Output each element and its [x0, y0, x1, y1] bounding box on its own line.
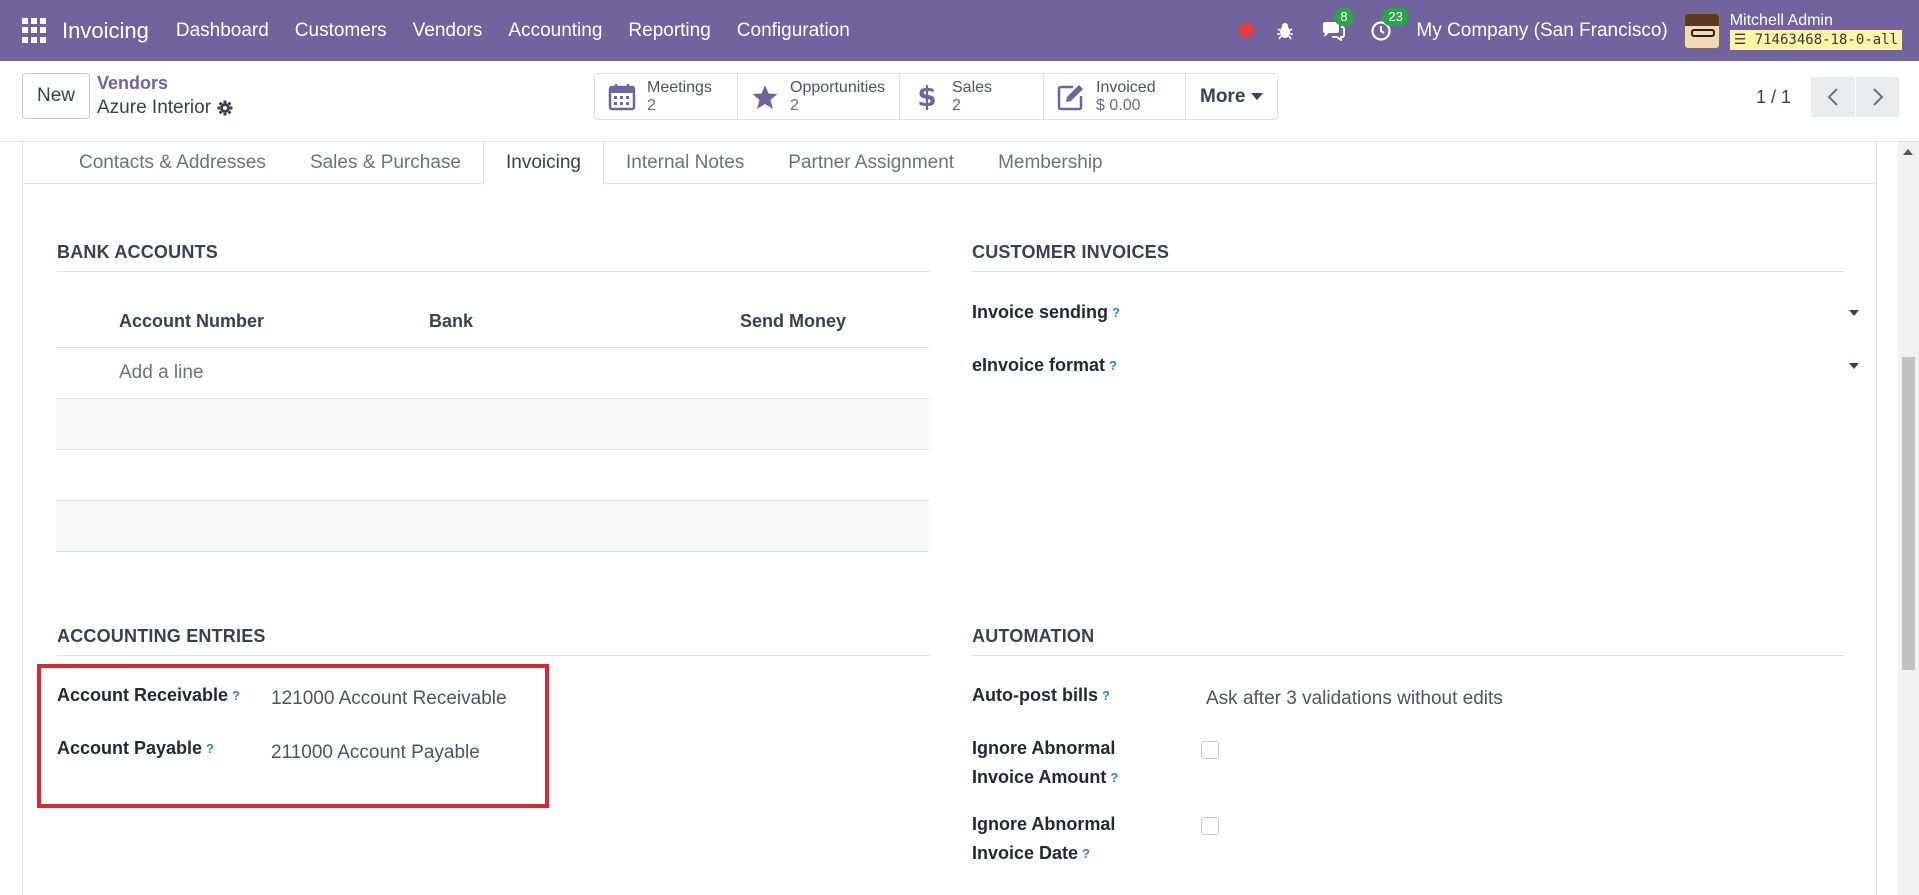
tab-contacts-addresses[interactable]: Contacts & Addresses	[57, 142, 288, 184]
help-tooltip-icon[interactable]: ?	[1109, 358, 1117, 373]
menu-item-accounting[interactable]: Accounting	[495, 20, 615, 42]
tab-partner-assignment[interactable]: Partner Assignment	[766, 142, 976, 184]
apps-menu-icon[interactable]	[22, 17, 48, 44]
chevron-left-icon	[1827, 88, 1838, 106]
einvoice-format-label: eInvoice format?	[972, 355, 1117, 375]
navbar-systray: 8 23 My Company (San Francisco) Mitchell…	[1239, 0, 1919, 61]
menu-item-dashboard[interactable]: Dashboard	[163, 20, 282, 42]
opportunities-label: Opportunities	[790, 78, 886, 96]
ignore-abnormal-amount-checkbox[interactable]	[1201, 741, 1219, 759]
help-tooltip-icon[interactable]: ?	[1082, 846, 1090, 861]
opportunities-smart-button[interactable]: Opportunities 2	[738, 74, 900, 119]
auto-post-bills-label: Auto-post bills?	[972, 685, 1110, 705]
opportunities-value: 2	[790, 96, 799, 114]
tab-internal-notes[interactable]: Internal Notes	[604, 142, 766, 184]
bank-accounts-title: BANK ACCOUNTS	[57, 242, 930, 272]
ignore-abnormal-date-label: Ignore Abnormal Invoice Date?	[972, 814, 1116, 863]
top-navbar: Invoicing Dashboard Customers Vendors Ac…	[0, 0, 1919, 61]
gear-icon[interactable]	[217, 100, 233, 116]
tab-invoicing[interactable]: Invoicing	[482, 142, 604, 185]
caret-down-icon	[1849, 310, 1859, 316]
table-row	[56, 501, 929, 552]
menu-item-configuration[interactable]: Configuration	[724, 20, 863, 42]
page-scrollbar[interactable]	[1898, 142, 1919, 895]
chevron-right-icon	[1872, 88, 1883, 106]
invoiced-smart-button[interactable]: Invoiced $ 0.00	[1044, 74, 1186, 119]
ignore-abnormal-date-checkbox[interactable]	[1201, 817, 1219, 835]
ignore-abnormal-amount-label: Ignore Abnormal Invoice Amount?	[972, 738, 1119, 787]
pager-previous-button[interactable]	[1811, 77, 1855, 117]
table-row	[56, 450, 929, 501]
help-tooltip-icon[interactable]: ?	[1110, 770, 1118, 785]
bank-accounts-table: Account Number Bank Send Money Add a lin…	[56, 296, 929, 552]
breadcrumb-vendors-link[interactable]: Vendors	[97, 73, 233, 94]
database-icon: ☰	[1733, 31, 1755, 48]
caret-down-icon	[1849, 363, 1859, 369]
invoice-sending-label: Invoice sending?	[972, 302, 1120, 322]
app-name[interactable]: Invoicing	[62, 18, 149, 44]
bank-table-header: Account Number Bank Send Money	[56, 296, 929, 348]
sales-label: Sales	[952, 78, 993, 96]
control-panel: New Vendors Azure Interior Meetings 2 Op…	[0, 61, 1919, 142]
edit-icon	[1056, 82, 1086, 112]
scroll-up-arrow-icon[interactable]	[1903, 149, 1913, 155]
column-bank[interactable]: Bank	[429, 311, 473, 332]
sales-value: 2	[952, 96, 961, 114]
help-tooltip-icon[interactable]: ?	[1112, 305, 1120, 320]
main-menu: Dashboard Customers Vendors Accounting R…	[163, 20, 863, 42]
invoiced-value: $ 0.00	[1096, 96, 1141, 114]
menu-item-vendors[interactable]: Vendors	[400, 20, 496, 42]
messages-icon[interactable]: 8	[1320, 7, 1354, 44]
tab-sales-purchase[interactable]: Sales & Purchase	[288, 142, 483, 184]
accounting-entries-title: ACCOUNTING ENTRIES	[57, 626, 930, 656]
menu-item-customers[interactable]: Customers	[282, 20, 400, 42]
company-switcher[interactable]: My Company (San Francisco)	[1416, 20, 1667, 42]
more-button[interactable]: More	[1186, 74, 1277, 119]
star-icon	[750, 82, 780, 112]
column-account-number[interactable]: Account Number	[119, 311, 264, 332]
invoiced-label: Invoiced	[1096, 78, 1156, 96]
menu-item-reporting[interactable]: Reporting	[615, 20, 723, 42]
meetings-smart-button[interactable]: Meetings 2	[595, 74, 738, 119]
activities-badge: 23	[1382, 7, 1409, 26]
add-line-link[interactable]: Add a line	[56, 348, 929, 399]
einvoice-format-select[interactable]	[1193, 351, 1865, 385]
scrollbar-thumb[interactable]	[1902, 357, 1915, 670]
messages-badge: 8	[1334, 7, 1354, 26]
database-name: 71463468-18-0-all	[1754, 31, 1898, 48]
smart-buttons: Meetings 2 Opportunities 2 $ Sales 2 Inv…	[594, 73, 1279, 120]
pager: 1 / 1	[1756, 77, 1899, 117]
breadcrumb-current: Azure Interior	[97, 97, 233, 119]
user-name: Mitchell Admin	[1729, 11, 1833, 29]
user-avatar[interactable]	[1683, 12, 1720, 49]
column-send-money[interactable]: Send Money	[740, 311, 846, 332]
pager-value[interactable]: 1 / 1	[1756, 87, 1791, 108]
user-menu[interactable]: Mitchell Admin ☰ 71463468-18-0-all	[1729, 11, 1902, 50]
more-label: More	[1200, 85, 1246, 107]
tab-membership[interactable]: Membership	[976, 142, 1125, 184]
auto-post-bills-select[interactable]: Ask after 3 validations without edits	[1206, 688, 1503, 710]
activities-clock-icon[interactable]: 23	[1368, 7, 1409, 44]
breadcrumb: Vendors Azure Interior	[97, 73, 233, 119]
pager-next-button[interactable]	[1855, 77, 1899, 117]
highlight-annotation-box	[37, 664, 549, 808]
invoice-sending-select[interactable]	[1193, 298, 1865, 332]
caret-down-icon	[1251, 93, 1264, 100]
svg-text:$: $	[917, 82, 936, 112]
meetings-label: Meetings	[647, 78, 712, 96]
bug-icon[interactable]	[1272, 18, 1298, 44]
automation-title: AUTOMATION	[972, 626, 1845, 656]
new-button[interactable]: New	[22, 73, 90, 119]
notebook-tabs: Contacts & Addresses Sales & Purchase In…	[23, 142, 1877, 185]
sales-smart-button[interactable]: $ Sales 2	[900, 74, 1044, 119]
record-name: Azure Interior	[97, 97, 212, 118]
customer-invoices-title: CUSTOMER INVOICES	[972, 242, 1845, 272]
dollar-icon: $	[912, 82, 942, 112]
meetings-value: 2	[647, 96, 656, 114]
database-tag: ☰ 71463468-18-0-all	[1729, 29, 1902, 50]
help-tooltip-icon[interactable]: ?	[1102, 688, 1110, 703]
table-row	[56, 399, 929, 450]
calendar-icon	[607, 82, 637, 112]
record-indicator-icon[interactable]	[1239, 23, 1255, 38]
